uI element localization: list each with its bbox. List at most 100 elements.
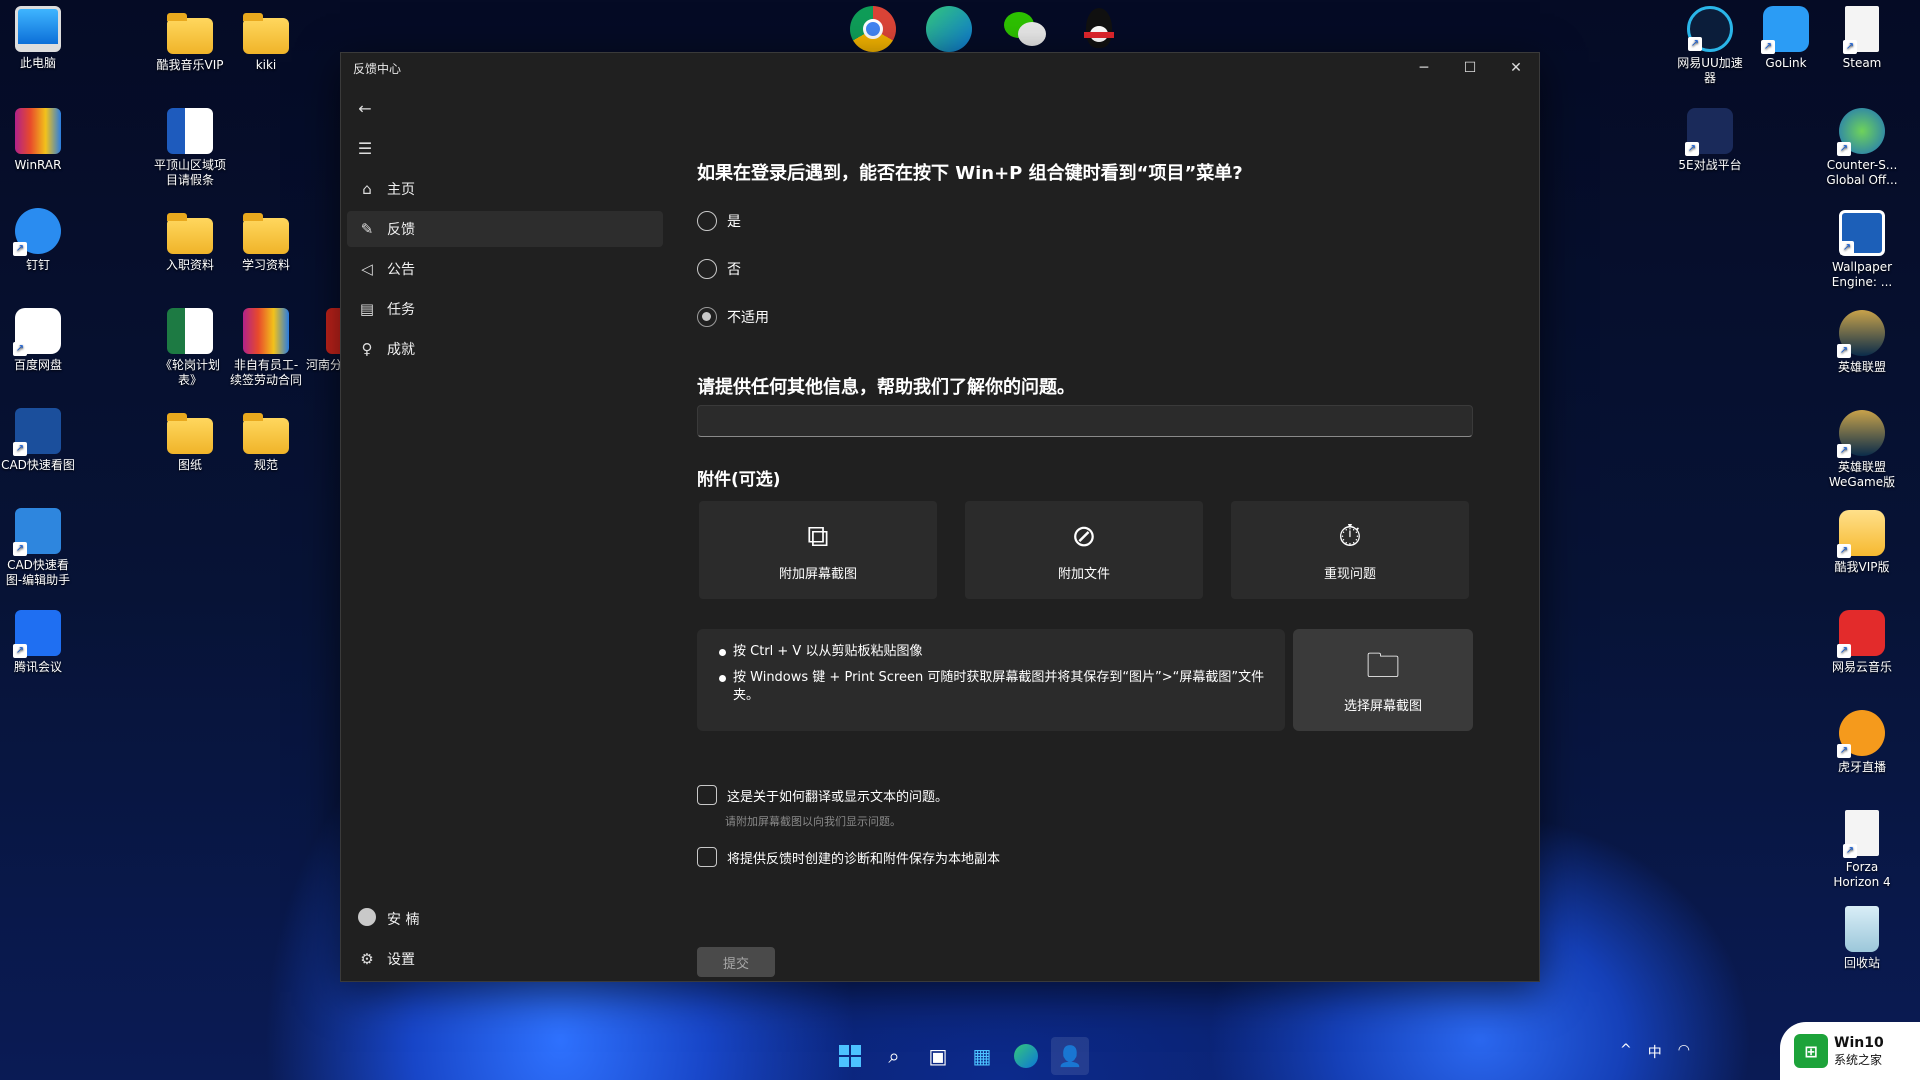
edge-taskbar-icon[interactable] [1007, 1037, 1045, 1075]
desktop-icon-cad[interactable]: CAD快速看图 [0, 408, 76, 473]
desktop-icon-forza[interactable]: Forza Horizon 4 [1824, 810, 1900, 890]
minimize-button[interactable]: ─ [1401, 53, 1447, 83]
info-input[interactable] [697, 405, 1473, 437]
desktop-icon-winrar[interactable]: WinRAR [0, 108, 76, 173]
back-arrow-icon[interactable]: ← [347, 91, 383, 125]
desktop-icon-baidu[interactable]: 百度网盘 [0, 308, 76, 373]
translation-checkbox[interactable]: 这是关于如何翻译或显示文本的问题。 [697, 785, 948, 805]
desktop-icon-label: 钉钉 [25, 258, 50, 272]
desktop-icon-study-folder[interactable]: 学习资料 [228, 212, 304, 273]
nav-item-home[interactable]: ⌂ 主页 [347, 171, 663, 207]
desktop-icon-cad-helper[interactable]: CAD快速看图-编辑助手 [0, 508, 76, 588]
radio-option-no[interactable]: 否 [697, 259, 741, 279]
hamburger-menu-icon[interactable]: ☰ [347, 131, 383, 165]
dingtalk-icon [13, 208, 61, 256]
task-view-icon[interactable]: ▣ [919, 1037, 957, 1075]
desktop-icon-label: 英雄联盟 [1837, 360, 1886, 374]
attach-label: 重现问题 [1323, 566, 1376, 582]
nav-item-label: 成就 [387, 342, 415, 358]
desktop-icon-onboarding-folder[interactable]: 入职资料 [152, 212, 228, 273]
desktop-icon-label: CAD快速看图 [1, 458, 75, 472]
desktop-icon-uu[interactable]: 网易UU加速器 [1672, 6, 1748, 86]
nav-item-settings[interactable]: ⚙ 设置 [347, 941, 663, 977]
nav-item-quests[interactable]: ▤ 任务 [347, 291, 663, 327]
desktop-icon-recycle-bin[interactable]: 回收站 [1824, 906, 1900, 971]
feedback-icon: ✎ [360, 220, 374, 238]
radio-option-na[interactable]: 不适用 [697, 307, 769, 327]
radio-option-yes[interactable]: 是 [697, 211, 741, 231]
desktop-icon-label: 河南分自有人 [306, 358, 340, 372]
desktop-icon-huya[interactable]: 虎牙直播 [1824, 710, 1900, 775]
edge-icon[interactable] [926, 6, 972, 52]
desktop-icon-computer[interactable]: 此电脑 [0, 6, 76, 71]
desktop-icon-label: Forza Horizon 4 [1833, 860, 1891, 889]
chrome-icon[interactable] [850, 6, 896, 52]
desktop-icon-drawings-folder[interactable]: 图纸 [152, 412, 228, 473]
cad-helper-icon [13, 508, 61, 556]
desktop-icon-netease-music[interactable]: 网易云音乐 [1824, 610, 1900, 675]
radio-label: 不适用 [727, 310, 769, 326]
select-screenshot-button[interactable]: 🗀 选择屏幕截图 [1293, 629, 1473, 731]
desktop-icon-label: 规范 [253, 458, 278, 472]
desktop-icon-label: 《轮岗计划表》 [159, 358, 220, 387]
checkbox-box [697, 847, 717, 867]
screenshot-tips: 按 Ctrl + V 以从剪贴板粘贴图像 按 Windows 键 + Print… [697, 629, 1285, 731]
desktop-icon-word-doc[interactable]: 平顶山区域项目请假条 [152, 108, 228, 188]
desktop-icon-pdf-doc[interactable]: 河南分自有人 [298, 308, 340, 373]
win10-logo-icon: ⊞ [1794, 1034, 1828, 1068]
feedback-hub-window: 反馈中心 ─ ☐ ✕ ← ☰ ⌂ 主页 ✎ 反馈 ◁ 公告 ▤ 任务 ♀ 成就 … [340, 52, 1540, 982]
chevron-up-icon[interactable]: ^ [1620, 1042, 1632, 1062]
close-button[interactable]: ✕ [1493, 53, 1539, 83]
desktop-icon-label: 百度网盘 [13, 358, 62, 372]
tip-item: 按 Windows 键 + Print Screen 可随时获取屏幕截图并将其保… [719, 669, 1267, 705]
attach-file-button[interactable]: ⊘ 附加文件 [965, 501, 1203, 599]
wechat-icon[interactable] [1002, 6, 1048, 52]
nav-item-announcements[interactable]: ◁ 公告 [347, 251, 663, 287]
desktop-icon-tencent-meeting[interactable]: 腾讯会议 [0, 610, 76, 675]
top-app-icons [850, 6, 1118, 52]
qq-icon[interactable] [1078, 6, 1118, 52]
desktop-icon-dingtalk[interactable]: 钉钉 [0, 208, 76, 273]
recreate-problem-button[interactable]: ⏱ 重现问题 [1231, 501, 1469, 599]
wifi-icon[interactable]: ◠ [1678, 1042, 1690, 1062]
ime-indicator[interactable]: 中 [1648, 1042, 1662, 1062]
steam-file-icon [1843, 6, 1879, 54]
info-title: 请提供任何其他信息，帮助我们了解你的问题。 [697, 377, 1075, 398]
nav-item-achievements[interactable]: ♀ 成就 [347, 331, 663, 367]
desktop-icon-kuwo[interactable]: 酷我VIP版 [1824, 510, 1900, 575]
paperclip-icon: ⊘ [1071, 518, 1097, 554]
word-doc-icon [167, 108, 213, 154]
rar-archive-icon [243, 308, 289, 354]
submit-button[interactable]: 提交 [697, 947, 775, 977]
desktop-icon-norms-folder[interactable]: 规范 [228, 412, 304, 473]
desktop-icon-golink[interactable]: GoLink [1748, 6, 1824, 71]
attach-screenshot-button[interactable]: ⧉ 附加屏幕截图 [699, 501, 937, 599]
maximize-button[interactable]: ☐ [1447, 53, 1493, 83]
feedback-hub-taskbar-icon[interactable]: 👤 [1051, 1037, 1089, 1075]
pdf-doc-icon [326, 308, 340, 354]
desktop-icon-wallpaper-engine[interactable]: Wallpaper Engine: ... [1824, 210, 1900, 290]
start-button[interactable] [831, 1037, 869, 1075]
search-icon[interactable]: ⌕ [875, 1037, 913, 1075]
attach-label: 附加屏幕截图 [778, 566, 857, 582]
desktop-icon-label: 学习资料 [241, 258, 290, 272]
desktop-icon-kuwo-folder[interactable]: 酷我音乐VIP [152, 12, 228, 73]
nav-item-user[interactable]: 安 楠 [347, 901, 663, 937]
desktop-icon-steam[interactable]: Steam [1824, 6, 1900, 71]
desktop-icon-kiki-folder[interactable]: kiki [228, 12, 304, 73]
nav-item-label: 公告 [387, 262, 415, 278]
radio-circle [697, 211, 717, 231]
desktop-icon-league-wegame[interactable]: 英雄联盟WeGame版 [1824, 410, 1900, 490]
nav-item-label: 反馈 [387, 222, 415, 238]
nav-item-feedback[interactable]: ✎ 反馈 [347, 211, 663, 247]
desktop-icon-label: GoLink [1765, 56, 1807, 70]
select-screenshot-label: 选择屏幕截图 [1343, 698, 1422, 714]
save-local-copy-checkbox[interactable]: 将提供反馈时创建的诊断和附件保存为本地副本 [697, 847, 1000, 867]
desktop-icon-csgo[interactable]: Counter-S... Global Off... [1824, 108, 1900, 188]
widgets-icon[interactable]: ▦ [963, 1037, 1001, 1075]
desktop-icon-league[interactable]: 英雄联盟 [1824, 310, 1900, 375]
desktop-icon-label: Steam [1842, 56, 1882, 70]
desktop-icon-rar-archive[interactable]: 非自有员工-续签劳动合同 [228, 308, 304, 388]
desktop-icon-5e[interactable]: 5E对战平台 [1672, 108, 1748, 173]
desktop-icon-excel-doc[interactable]: 《轮岗计划表》 [152, 308, 228, 388]
